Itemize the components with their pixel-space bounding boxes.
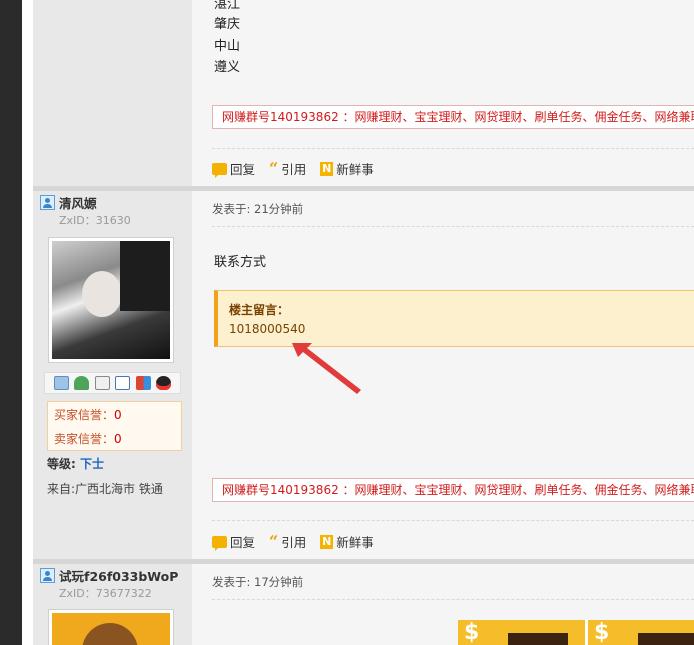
author-zxid: ZxID：31630 [59, 214, 131, 227]
seller-credit: 卖家信誉：0 [54, 430, 181, 454]
seller-credit-label: 卖家信誉： [54, 432, 115, 446]
post-actions: 回复 “引用 N 新鲜事 [212, 532, 374, 551]
author-name[interactable]: 试玩f26f033bWoP [40, 566, 178, 585]
author-zxid: ZxID：73677322 [59, 587, 152, 600]
user-location: 来自:广西北海市 铁通 [47, 482, 163, 496]
post-content: 联系方式 [214, 255, 267, 270]
quote-button[interactable]: “引用 [269, 159, 306, 178]
post-time: 发表于: 21分钟前 [212, 202, 304, 216]
news-icon: N [320, 161, 334, 176]
city-item: 遵义 [214, 60, 241, 75]
qq-icon[interactable] [156, 376, 172, 390]
avatar[interactable] [48, 609, 174, 645]
reply-icon [212, 535, 227, 551]
add-friend-icon[interactable] [74, 376, 90, 390]
profile-card-icon[interactable] [115, 376, 131, 390]
author-name-text: 试玩f26f033bWoP [59, 569, 179, 584]
author-name-text: 清风嫄 [59, 196, 97, 211]
divider [212, 520, 694, 521]
divider [212, 148, 694, 149]
divider [212, 226, 694, 227]
ad-banner-link[interactable]: 网赚群号140193862 ：网赚理财、宝宝理财、网贷理财、刷单任务、佣金任务、… [212, 105, 694, 129]
level-value[interactable]: 下士 [80, 457, 104, 471]
credit-box: 买家信誉：0 卖家信誉：0 [47, 401, 182, 451]
reply-label: 回复 [230, 535, 256, 550]
avatar-photo [52, 241, 170, 359]
post-main-body [192, 191, 694, 559]
divider [212, 599, 694, 600]
reply-label: 回复 [230, 162, 256, 177]
banner-image: $ [588, 620, 694, 645]
news-button[interactable]: N 新鲜事 [320, 532, 374, 551]
left-gap [22, 0, 33, 645]
buyer-credit: 买家信誉：0 [54, 406, 181, 430]
ad-banner-link[interactable]: 网赚群号140193862 ：网赚理财、宝宝理财、网贷理财、刷单任务、佣金任务、… [212, 478, 694, 502]
quote-button[interactable]: “引用 [269, 532, 306, 551]
post-time: 发表于: 17分钟前 [212, 575, 304, 589]
quote-icon: “ [269, 158, 279, 178]
post-top-sidebar [33, 0, 192, 186]
quote-label: 引用 [281, 162, 307, 177]
author-name[interactable]: 清风嫄 [40, 193, 97, 212]
image-banner[interactable]: $ $ [458, 620, 694, 645]
blocks-icon[interactable] [135, 376, 151, 390]
level-label: 等级: [47, 457, 76, 471]
buyer-credit-value: 0 [114, 408, 122, 422]
city-item: 肇庆 [214, 17, 241, 32]
mail-icon[interactable] [53, 376, 69, 390]
quote-label: 引用 [281, 535, 307, 550]
news-button[interactable]: N 新鲜事 [320, 159, 374, 178]
news-label: 新鲜事 [336, 162, 374, 177]
user-icon [40, 568, 55, 583]
host-note: 楼主留言： 1018000540 [214, 290, 694, 347]
buyer-credit-label: 买家信誉： [54, 408, 115, 422]
reply-button[interactable]: 回复 [212, 532, 255, 551]
seller-credit-value: 0 [114, 432, 122, 446]
profile-icon-bar [44, 372, 181, 394]
city-item: 湛江 [214, 0, 241, 12]
reply-button[interactable]: 回复 [212, 159, 255, 178]
user-icon [40, 195, 55, 210]
banner-image: $ [458, 620, 588, 645]
host-note-value: 1018000540 [229, 322, 306, 336]
search-icon[interactable] [94, 376, 110, 390]
news-label: 新鲜事 [336, 535, 374, 550]
user-level: 等级: 下士 [47, 455, 104, 472]
annotation-arrow [292, 343, 361, 394]
left-scrollbar-area [0, 0, 22, 645]
quote-icon: “ [269, 531, 279, 551]
host-note-title: 楼主留言： [229, 303, 290, 317]
arrow-shape [292, 343, 361, 394]
city-item: 中山 [214, 39, 241, 54]
reply-icon [212, 162, 227, 178]
news-icon: N [320, 534, 334, 549]
post-actions: 回复 “引用 N 新鲜事 [212, 159, 374, 178]
avatar-photo [52, 613, 170, 645]
avatar[interactable] [48, 237, 174, 363]
